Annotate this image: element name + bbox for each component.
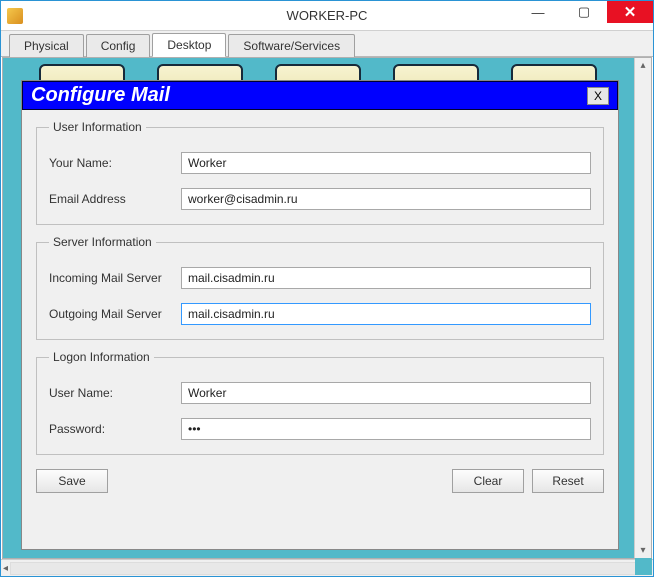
dialog-button-row: Save Clear Reset bbox=[36, 465, 604, 493]
close-button[interactable]: ✕ bbox=[607, 1, 653, 23]
save-button[interactable]: Save bbox=[36, 469, 108, 493]
titlebar: WORKER-PC — ▢ ✕ bbox=[1, 1, 653, 31]
dialog-close-button[interactable]: X bbox=[587, 87, 609, 105]
scroll-up-icon[interactable]: ▴ bbox=[640, 60, 645, 71]
scroll-left-icon[interactable]: ◂ bbox=[3, 563, 8, 574]
incoming-server-input[interactable] bbox=[181, 267, 591, 289]
user-information-legend: User Information bbox=[49, 120, 146, 134]
server-information-legend: Server Information bbox=[49, 235, 156, 249]
reset-button[interactable]: Reset bbox=[532, 469, 604, 493]
email-address-label: Email Address bbox=[49, 192, 181, 206]
dialog-title-text: Configure Mail bbox=[31, 84, 170, 107]
your-name-row: Your Name: bbox=[49, 152, 591, 174]
app-icon bbox=[7, 8, 23, 24]
user-name-row: User Name: bbox=[49, 382, 591, 404]
email-address-input[interactable] bbox=[181, 188, 591, 210]
user-name-input[interactable] bbox=[181, 382, 591, 404]
vertical-scrollbar[interactable]: ▴ ▾ bbox=[634, 58, 651, 558]
scroll-track[interactable] bbox=[10, 562, 644, 575]
clear-button[interactable]: Clear bbox=[452, 469, 524, 493]
window-controls: — ▢ ✕ bbox=[515, 1, 653, 23]
horizontal-scrollbar[interactable]: ◂ ▸ bbox=[1, 559, 653, 576]
incoming-server-label: Incoming Mail Server bbox=[49, 271, 181, 285]
password-input[interactable] bbox=[181, 418, 591, 440]
desktop-area: ▴ ▾ Configure Mail X User Information Yo… bbox=[2, 57, 652, 559]
outgoing-server-input[interactable] bbox=[181, 303, 591, 325]
tab-desktop[interactable]: Desktop bbox=[152, 33, 226, 57]
app-window: WORKER-PC — ▢ ✕ Physical Config Desktop … bbox=[0, 0, 654, 577]
configure-mail-dialog: Configure Mail X User Information Your N… bbox=[21, 80, 619, 550]
email-address-row: Email Address bbox=[49, 188, 591, 210]
tab-bar: Physical Config Desktop Software/Service… bbox=[1, 31, 653, 57]
maximize-button[interactable]: ▢ bbox=[561, 1, 607, 23]
dialog-body: User Information Your Name: Email Addres… bbox=[22, 110, 618, 503]
logon-information-group: Logon Information User Name: Password: bbox=[36, 350, 604, 455]
logon-information-legend: Logon Information bbox=[49, 350, 154, 364]
your-name-label: Your Name: bbox=[49, 156, 181, 170]
tab-config[interactable]: Config bbox=[86, 34, 151, 57]
tab-physical[interactable]: Physical bbox=[9, 34, 84, 57]
outgoing-server-row: Outgoing Mail Server bbox=[49, 303, 591, 325]
server-information-group: Server Information Incoming Mail Server … bbox=[36, 235, 604, 340]
dialog-titlebar: Configure Mail X bbox=[22, 81, 618, 110]
scroll-corner bbox=[635, 558, 652, 575]
tab-software-services[interactable]: Software/Services bbox=[228, 34, 355, 57]
incoming-server-row: Incoming Mail Server bbox=[49, 267, 591, 289]
scroll-down-icon[interactable]: ▾ bbox=[640, 545, 645, 556]
password-row: Password: bbox=[49, 418, 591, 440]
password-label: Password: bbox=[49, 422, 181, 436]
your-name-input[interactable] bbox=[181, 152, 591, 174]
minimize-button[interactable]: — bbox=[515, 1, 561, 23]
user-name-label: User Name: bbox=[49, 386, 181, 400]
outgoing-server-label: Outgoing Mail Server bbox=[49, 307, 181, 321]
user-information-group: User Information Your Name: Email Addres… bbox=[36, 120, 604, 225]
